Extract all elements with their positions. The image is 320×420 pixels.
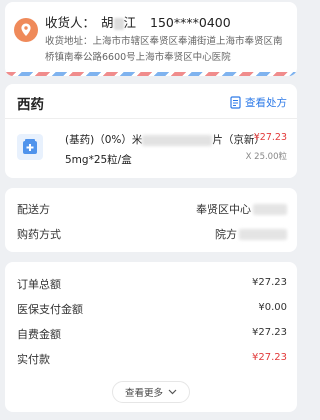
view-prescription-label: 查看处方	[245, 97, 287, 109]
self-pay-value: ¥27.23	[252, 327, 287, 338]
drug-name[interactable]: (基药)（0%）米 片（京新）	[65, 132, 265, 147]
view-more-button[interactable]: 查看更多	[112, 381, 190, 403]
view-prescription-link[interactable]: 查看处方	[230, 95, 287, 110]
receiver-phone: 150****0400	[150, 15, 231, 30]
address-line: 收货地址：上海市市辖区奉贤区奉浦街道上海市奉贤区南桥镇南奉公路6600号上海市奉…	[45, 34, 291, 66]
self-pay-label: 自费金额	[17, 328, 61, 341]
section-title-western-medicine: 西药	[17, 97, 44, 113]
receiver-label: 收货人：	[45, 15, 96, 30]
insurance-paid-value: ¥0.00	[258, 302, 287, 313]
chevron-down-icon	[168, 389, 177, 395]
purchase-method-label: 购药方式	[17, 228, 61, 241]
delivery-value: 奉贤区中心	[196, 201, 287, 217]
prescription-icon	[230, 96, 241, 109]
actual-paid-value: ¥27.23	[252, 352, 287, 363]
actual-paid-label: 实付款	[17, 353, 50, 366]
location-pin-icon	[14, 18, 38, 42]
drug-spec: 5mg*25粒/盒	[65, 154, 132, 166]
drug-price: ¥27.23	[253, 132, 287, 143]
drug-quantity: X 25.00粒	[245, 152, 287, 162]
medicine-box-icon	[17, 134, 43, 160]
name-redaction	[113, 17, 124, 30]
delivery-label: 配送方	[17, 203, 50, 216]
order-summary-card: 订单总额 ¥27.23 医保支付金额 ¥0.00 自费金额 ¥27.23 实付款…	[5, 262, 297, 412]
divider	[5, 118, 297, 119]
receiver-name: 胡江	[101, 15, 137, 30]
address-label: 收货地址：	[45, 36, 93, 47]
receiver-line: 收货人： 胡江 150****0400	[45, 12, 231, 31]
medicine-card: 西药 查看处方 (基药)（0%）米 片（京新） 5mg*25粒/盒 ¥27.23 …	[5, 84, 297, 178]
order-total-value: ¥27.23	[252, 277, 287, 288]
delivery-redaction	[253, 203, 287, 215]
drug-name-redaction	[142, 134, 213, 146]
view-more-label: 查看更多	[124, 388, 163, 399]
order-total-label: 订单总额	[17, 278, 61, 291]
delivery-card: 配送方 奉贤区中心 购药方式 院方	[5, 188, 297, 252]
envelope-stripe	[5, 72, 297, 76]
insurance-paid-label: 医保支付金额	[17, 303, 83, 316]
address-card[interactable]: 收货人： 胡江 150****0400 收货地址：上海市市辖区奉贤区奉浦街道上海…	[5, 2, 297, 76]
purchase-method-value: 院方	[215, 226, 287, 242]
purchase-redaction	[239, 228, 287, 240]
